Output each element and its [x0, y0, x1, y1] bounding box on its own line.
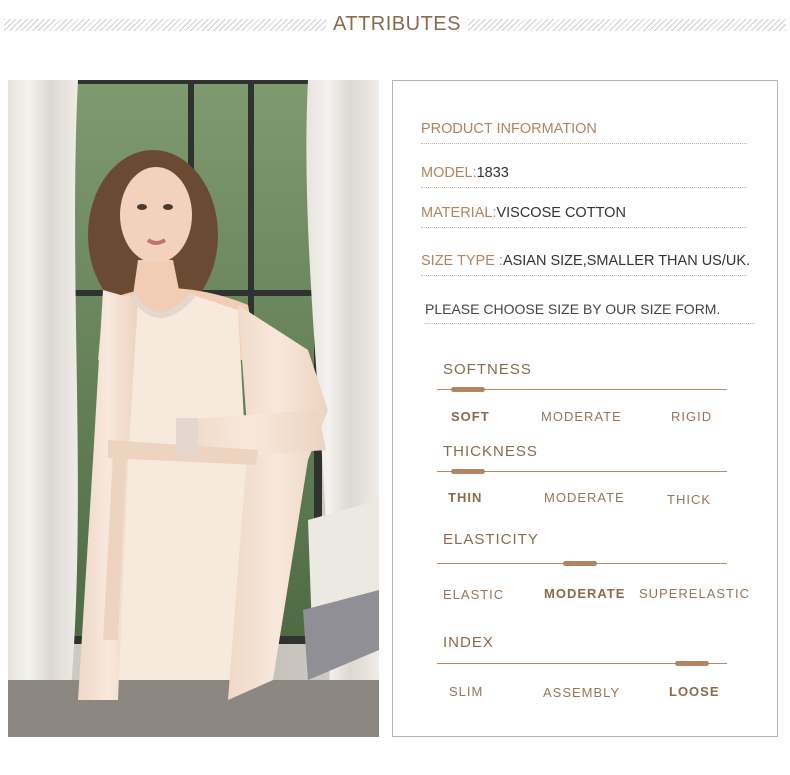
model-value: 1833 — [476, 165, 509, 181]
header-hatch-right — [468, 19, 786, 31]
softness-option-soft: SOFT — [451, 409, 490, 424]
product-photo — [8, 80, 379, 737]
section-title: ATTRIBUTES — [333, 13, 461, 35]
model-row: MODEL:1833 — [421, 165, 747, 188]
product-information-heading: PRODUCT INFORMATION — [421, 121, 597, 137]
size-note: PLEASE CHOOSE SIZE BY OUR SIZE FORM. — [425, 301, 721, 317]
model-label: MODEL: — [421, 165, 477, 181]
index-option-slim: SLIM — [449, 684, 484, 699]
elasticity-title: ELASTICITY — [443, 531, 539, 548]
thickness-title: THICKNESS — [443, 443, 538, 460]
softness-option-rigid: RIGID — [671, 409, 713, 424]
material-value: VISCOSE COTTON — [496, 205, 626, 221]
thickness-indicator — [451, 469, 485, 474]
softness-indicator — [451, 387, 485, 392]
material-label: MATERIAL: — [421, 205, 497, 221]
attributes-panel: PRODUCT INFORMATION MODEL:1833 MATERIAL:… — [392, 80, 778, 737]
product-information-heading-row: PRODUCT INFORMATION — [421, 121, 747, 144]
index-option-assembly: ASSEMBLY — [543, 685, 621, 700]
material-row: MATERIAL:VISCOSE COTTON — [421, 205, 747, 228]
thickness-option-thick: THICK — [667, 492, 711, 507]
thickness-option-thin: THIN — [448, 490, 483, 505]
index-indicator — [675, 661, 709, 666]
elasticity-option-moderate: MODERATE — [544, 586, 626, 601]
softness-option-moderate: MODERATE — [541, 409, 622, 424]
size-type-row: SIZE TYPE :ASIAN SIZE,SMALLER THAN US/UK… — [421, 253, 751, 276]
size-type-label: SIZE TYPE : — [421, 253, 503, 269]
header-hatch-left — [4, 19, 326, 31]
index-option-loose: LOOSE — [669, 684, 720, 699]
elasticity-option-elastic: ELASTIC — [443, 587, 505, 602]
size-type-value: ASIAN SIZE,SMALLER THAN US/UK. — [502, 253, 751, 269]
softness-title: SOFTNESS — [443, 361, 532, 378]
elasticity-option-superelastic: SUPERELASTIC — [639, 586, 750, 601]
thickness-option-moderate: MODERATE — [544, 490, 625, 505]
index-title: INDEX — [443, 634, 494, 651]
elasticity-indicator — [563, 561, 597, 566]
size-note-row: PLEASE CHOOSE SIZE BY OUR SIZE FORM. — [425, 301, 755, 324]
